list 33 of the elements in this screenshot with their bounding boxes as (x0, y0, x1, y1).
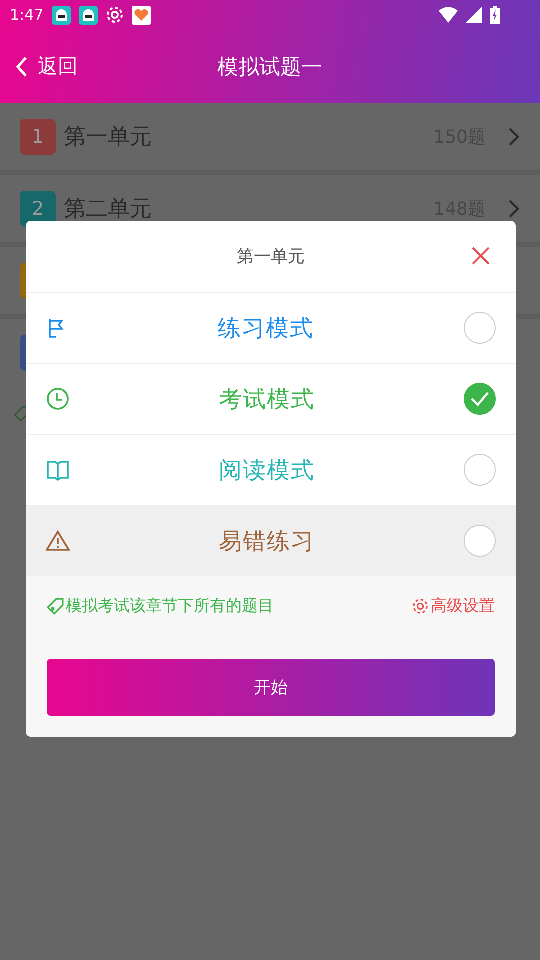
advanced-settings-link[interactable]: 高级设置 (412, 596, 495, 617)
radio-button[interactable] (464, 454, 496, 486)
check-icon (470, 391, 490, 407)
hint-text: 模拟考试该章节下所有的题目 (66, 596, 274, 617)
app-icon (52, 6, 71, 24)
number-badge: 1 (20, 118, 56, 154)
page-title: 模拟试题一 (218, 54, 322, 78)
chevron-icon (508, 126, 520, 146)
unit-name: 第二单元 (64, 196, 152, 224)
back-button[interactable]: 返回 (16, 53, 78, 80)
radio-button[interactable] (464, 312, 496, 344)
close-button[interactable] (472, 247, 490, 265)
mode-option[interactable]: 易错练习 (26, 505, 516, 576)
clock-time: 1:47 (10, 6, 44, 24)
clock-icon (46, 387, 70, 411)
settings-icon (412, 598, 429, 615)
mode-option[interactable]: 考试模式 (26, 363, 516, 434)
radio-button[interactable] (464, 525, 496, 557)
wifi-icon (439, 7, 458, 23)
book-icon (46, 459, 70, 481)
tag-icon (47, 598, 64, 615)
dialog-title: 第一单元 (237, 246, 305, 268)
battery-icon (490, 6, 500, 24)
start-button[interactable]: 开始 (47, 659, 495, 716)
signal-icon (466, 7, 482, 23)
warning-icon (46, 530, 70, 552)
chevron-left-icon (16, 56, 28, 78)
mode-option[interactable]: 练习模式 (26, 292, 516, 363)
app-icon (78, 6, 98, 24)
settings-icon (106, 6, 124, 24)
radio-button[interactable] (464, 383, 496, 415)
unit-name: 第一单元 (64, 124, 152, 152)
chevron-icon (508, 198, 520, 218)
